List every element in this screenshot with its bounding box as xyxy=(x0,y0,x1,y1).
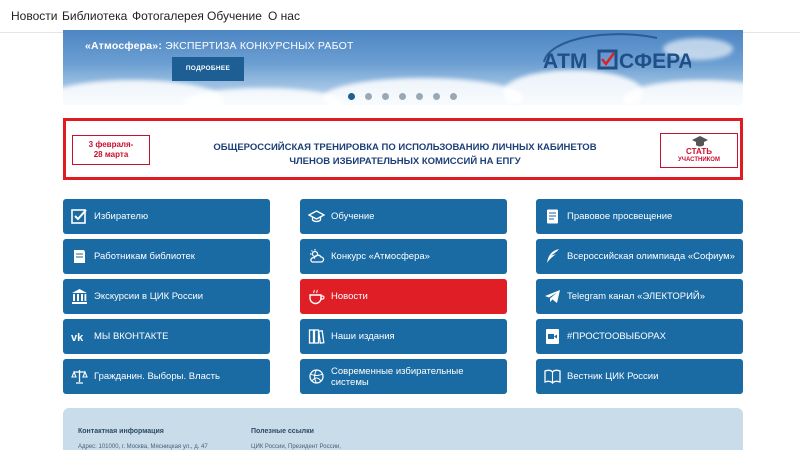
nav-news[interactable]: Новости xyxy=(11,9,57,23)
contact-title: Контактная информация xyxy=(78,428,164,435)
book-open-icon xyxy=(74,250,85,263)
nav-about[interactable]: О нас xyxy=(268,9,300,23)
scales-icon xyxy=(71,370,88,384)
tile-news[interactable]: Новости xyxy=(300,279,507,314)
tile-label: Всероссийская олимпиада «Софиум» xyxy=(567,251,735,262)
tile-label: Вестник ЦИК России xyxy=(567,371,659,382)
nav-library[interactable]: Библиотека xyxy=(62,9,127,23)
tile-label: Обучение xyxy=(331,211,375,222)
coffee-cup-icon xyxy=(309,289,325,305)
ball-icon xyxy=(309,369,324,384)
tile-label: Telegram канал «ЭЛЕКТОРИЙ» xyxy=(567,291,706,302)
tile-label: Новости xyxy=(331,291,368,302)
tile-simply-about-elections[interactable]: #ПРОСТООВЫБОРАХ xyxy=(536,319,743,354)
tile-label: Гражданин. Выборы. Власть xyxy=(94,371,220,382)
banner-title: «Атмосфера»: ЭКСПЕРТИЗА КОНКУРСНЫХ РАБОТ xyxy=(85,40,354,52)
tile-label: Правовое просвещение xyxy=(567,211,673,222)
tile-librarians[interactable]: Работникам библиотек xyxy=(63,239,270,274)
tile-label: МЫ ВКОНТАКТЕ xyxy=(94,331,169,342)
tile-voter[interactable]: Избирателю xyxy=(63,199,270,234)
quill-icon xyxy=(547,249,559,263)
slider-dot[interactable] xyxy=(399,93,406,100)
top-navigation: Новости Библиотека Фотогалерея Обучение … xyxy=(0,0,800,33)
video-camera-icon xyxy=(546,329,559,344)
more-button[interactable]: ПОДРОБНЕЕ xyxy=(172,57,244,81)
promo-text: ОБЩЕРОССИЙСКАЯ ТРЕНИРОВКА ПО ИСПОЛЬЗОВАН… xyxy=(213,142,597,167)
slider-dot[interactable] xyxy=(365,93,372,100)
telegram-icon xyxy=(545,290,560,303)
checkbox-icon xyxy=(71,209,87,224)
tile-label: #ПРОСТООВЫБОРАХ xyxy=(567,331,666,342)
promo-dates: 3 февраля- 28 марта xyxy=(72,135,150,165)
tile-learning[interactable]: Обучение xyxy=(300,199,507,234)
contact-address: Адрес: 101000, г. Москва, Мясницкая ул.,… xyxy=(78,444,208,450)
tile-sofium-olympiad[interactable]: Всероссийская олимпиада «Софиум» xyxy=(536,239,743,274)
book-icon xyxy=(547,209,558,224)
tile-cec-tours[interactable]: Экскурсии в ЦИК России xyxy=(63,279,270,314)
tile-label: Экскурсии в ЦИК России xyxy=(94,291,204,302)
books-icon xyxy=(308,329,325,344)
tile-label: Наши издания xyxy=(331,331,395,342)
tile-modern-electoral-systems[interactable]: Современные избирательные системы xyxy=(300,359,507,394)
slider-dot[interactable] xyxy=(433,93,440,100)
institution-icon xyxy=(72,289,87,304)
svg-text:СФЕРА: СФЕРА xyxy=(619,50,691,73)
tile-vkontakte[interactable]: vk МЫ ВКОНТАКТЕ xyxy=(63,319,270,354)
tile-legal-education[interactable]: Правовое просвещение xyxy=(536,199,743,234)
tile-label: Конкурс «Атмосфера» xyxy=(331,251,430,262)
slider-dot[interactable] xyxy=(450,93,457,100)
tile-cec-bulletin[interactable]: Вестник ЦИК России xyxy=(536,359,743,394)
atmosphere-logo: АТМ СФЕРА xyxy=(543,33,691,73)
slider-dot[interactable] xyxy=(416,93,423,100)
hero-banner[interactable]: «Атмосфера»: ЭКСПЕРТИЗА КОНКУРСНЫХ РАБОТ… xyxy=(63,30,743,105)
tile-citizen-elections-power[interactable]: Гражданин. Выборы. Власть xyxy=(63,359,270,394)
useful-links[interactable]: ЦИК России, Президент России, xyxy=(251,444,341,450)
svg-text:vk: vk xyxy=(71,332,84,344)
slider-dot[interactable] xyxy=(382,93,389,100)
become-participant-button[interactable]: СТАТЬ УЧАСТНИКОМ xyxy=(660,133,738,168)
svg-text:АТМ: АТМ xyxy=(543,50,587,73)
useful-links-title: Полезные ссылки xyxy=(251,428,314,435)
open-book-icon xyxy=(544,369,561,385)
tile-telegram[interactable]: Telegram канал «ЭЛЕКТОРИЙ» xyxy=(536,279,743,314)
tile-label: Современные избирательные системы xyxy=(331,365,464,388)
nav-gallery[interactable]: Фотогалерея xyxy=(132,9,204,23)
weather-cloud-icon xyxy=(310,249,325,263)
slider-dot[interactable] xyxy=(348,93,355,100)
nav-learning[interactable]: Обучение xyxy=(207,9,262,23)
graduation-cap-icon xyxy=(308,210,325,223)
graduation-cap-icon xyxy=(692,136,708,147)
training-promo-banner[interactable]: 3 февраля- 28 марта ОБЩЕРОССИЙСКАЯ ТРЕНИР… xyxy=(63,118,743,180)
tile-label: Работникам библиотек xyxy=(94,251,195,262)
tile-atmosphere-contest[interactable]: Конкурс «Атмосфера» xyxy=(300,239,507,274)
footer: Контактная информация Адрес: 101000, г. … xyxy=(63,408,743,450)
tile-publications[interactable]: Наши издания xyxy=(300,319,507,354)
tile-label: Избирателю xyxy=(94,211,149,222)
vk-icon: vk xyxy=(71,332,84,344)
